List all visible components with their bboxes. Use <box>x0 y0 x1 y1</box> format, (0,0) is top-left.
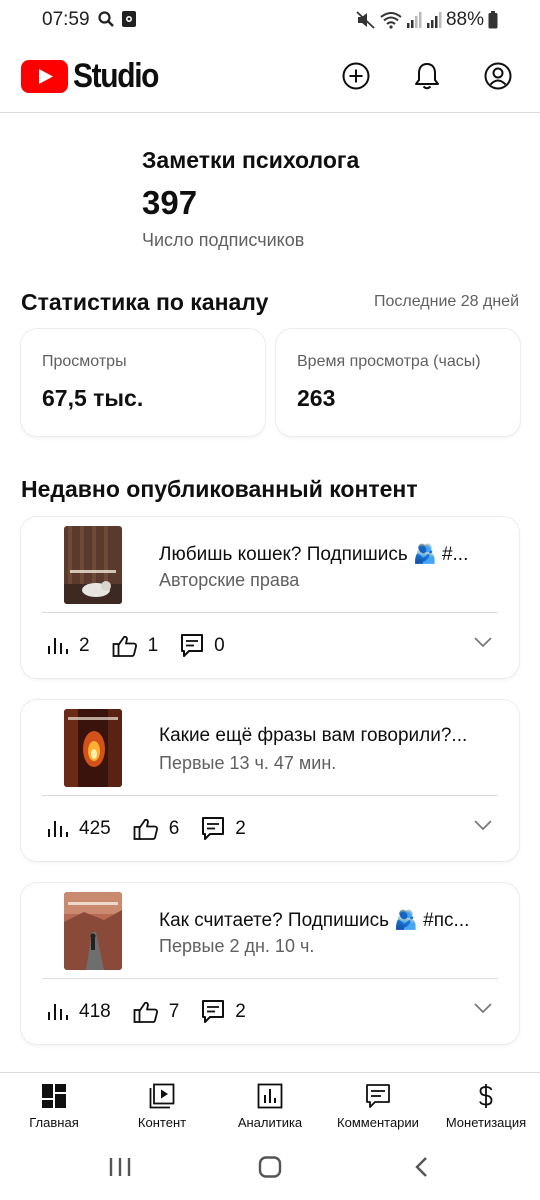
comments-count: 2 <box>235 818 246 839</box>
account-icon <box>484 62 512 90</box>
nav-label: Монетизация <box>445 1115 527 1130</box>
app-bar: Studio <box>0 40 540 113</box>
views-metric: 2 <box>47 635 90 657</box>
battery-percent: 88% <box>445 9 484 30</box>
stats-period[interactable]: Последние 28 дней <box>374 293 519 311</box>
stat-value: 67,5 тыс. <box>42 385 144 411</box>
video-subtitle: Первые 13 ч. 47 мин. <box>159 753 337 773</box>
views-bar-icon <box>48 821 68 837</box>
youtube-logo-icon <box>21 60 68 93</box>
logo-text: Studio <box>73 57 159 95</box>
expand-chevron-icon[interactable] <box>473 635 493 653</box>
video-title[interactable]: Как считаете? Подпишись 🫂 #пс... <box>159 908 491 932</box>
views-count: 425 <box>79 818 111 839</box>
bottom-navigation: Главная Контент Аналитика Комментарии Мо… <box>0 1072 540 1140</box>
nav-comments[interactable]: Комментарии <box>324 1083 432 1130</box>
stat-label: Время просмотра (часы) <box>297 353 481 370</box>
analytics-icon <box>257 1083 283 1109</box>
stat-label: Просмотры <box>42 353 127 370</box>
youtube-studio-logo[interactable]: Studio <box>21 57 170 96</box>
comment-icon <box>202 817 225 840</box>
video-title[interactable]: Какие ещё фразы вам говорили?... <box>159 725 491 747</box>
divider <box>42 795 498 796</box>
video-card[interactable]: Любишь кошек? Подпишись 🫂 #... Авторские… <box>21 517 519 678</box>
views-metric: 418 <box>47 1001 111 1023</box>
account-button[interactable] <box>482 60 514 92</box>
comments-metric: 2 <box>201 999 246 1025</box>
comments-count: 2 <box>235 1001 246 1022</box>
video-card[interactable]: Как считаете? Подпишись 🫂 #пс... Первые … <box>21 883 519 1044</box>
stat-value: 263 <box>297 385 336 411</box>
likes-count: 1 <box>147 635 159 656</box>
channel-name: Заметки психолога <box>142 147 360 173</box>
wifi-icon <box>380 11 402 29</box>
thumbs-up-icon <box>133 1001 158 1023</box>
signal-icon-1 <box>406 11 422 29</box>
back-icon[interactable] <box>412 1156 432 1183</box>
likes-metric: 6 <box>133 817 180 841</box>
video-thumbnail[interactable] <box>64 526 122 604</box>
recent-content-title: Недавно опубликованный контент <box>21 476 418 502</box>
views-count: 418 <box>79 1001 111 1022</box>
thumbs-up-icon <box>133 818 158 840</box>
stat-card-views[interactable]: Просмотры 67,5 тыс. <box>21 329 265 436</box>
stat-card-watch-time[interactable]: Время просмотра (часы) 263 <box>276 329 520 436</box>
divider <box>42 978 498 979</box>
video-title[interactable]: Любишь кошек? Подпишись 🫂 #... <box>159 542 491 566</box>
create-icon <box>342 62 370 90</box>
search-notification-icon <box>97 10 115 33</box>
battery-icon <box>488 11 498 29</box>
nav-label: Аналитика <box>237 1115 303 1130</box>
likes-count: 6 <box>168 818 180 839</box>
expand-chevron-icon[interactable] <box>473 1001 493 1019</box>
video-subtitle: Авторские права <box>159 570 300 590</box>
likes-metric: 7 <box>133 1000 180 1024</box>
dashboard-icon <box>42 1084 66 1108</box>
subscriber-count: 397 <box>142 184 198 221</box>
comments-count: 0 <box>214 635 225 656</box>
notifications-button[interactable] <box>411 60 443 92</box>
channel-stats-title: Статистика по каналу <box>21 289 269 315</box>
divider <box>42 612 498 613</box>
views-bar-icon <box>48 638 68 654</box>
expand-chevron-icon[interactable] <box>473 818 493 836</box>
home-icon[interactable] <box>258 1156 282 1183</box>
system-navigation-bar <box>0 1140 540 1200</box>
status-time: 07:59 <box>42 9 90 30</box>
dollar-icon <box>479 1084 493 1108</box>
nav-label: Комментарии <box>337 1115 419 1130</box>
nav-analytics[interactable]: Аналитика <box>216 1083 324 1130</box>
screenshot-notification-icon <box>121 10 137 33</box>
nav-content[interactable]: Контент <box>108 1083 216 1130</box>
views-count: 2 <box>79 635 90 656</box>
likes-count: 7 <box>168 1001 180 1022</box>
comment-icon <box>181 634 204 657</box>
status-bar: 07:59 88% <box>0 0 540 40</box>
thumbs-up-icon <box>112 635 137 657</box>
subscriber-label: Число подписчиков <box>142 230 305 250</box>
comments-metric: 0 <box>180 633 225 659</box>
comment-icon <box>202 1000 225 1023</box>
comments-icon <box>366 1084 390 1108</box>
video-thumbnail[interactable] <box>64 892 122 970</box>
mute-icon <box>356 11 376 29</box>
video-subtitle: Первые 2 дн. 10 ч. <box>159 936 315 956</box>
views-bar-icon <box>48 1004 68 1020</box>
nav-label: Главная <box>29 1115 79 1130</box>
content-icon <box>149 1083 175 1109</box>
signal-icon-2 <box>426 11 442 29</box>
comments-metric: 2 <box>201 816 246 842</box>
nav-label: Контент <box>137 1115 187 1130</box>
nav-dashboard[interactable]: Главная <box>0 1083 108 1130</box>
video-card[interactable]: Какие ещё фразы вам говорили?... Первые … <box>21 700 519 861</box>
video-thumbnail[interactable] <box>64 709 122 787</box>
likes-metric: 1 <box>112 634 159 658</box>
bell-icon <box>415 63 439 90</box>
views-metric: 425 <box>47 818 111 840</box>
recent-apps-icon[interactable] <box>108 1156 132 1183</box>
nav-monetization[interactable]: Монетизация <box>432 1083 540 1130</box>
create-button[interactable] <box>340 60 372 92</box>
